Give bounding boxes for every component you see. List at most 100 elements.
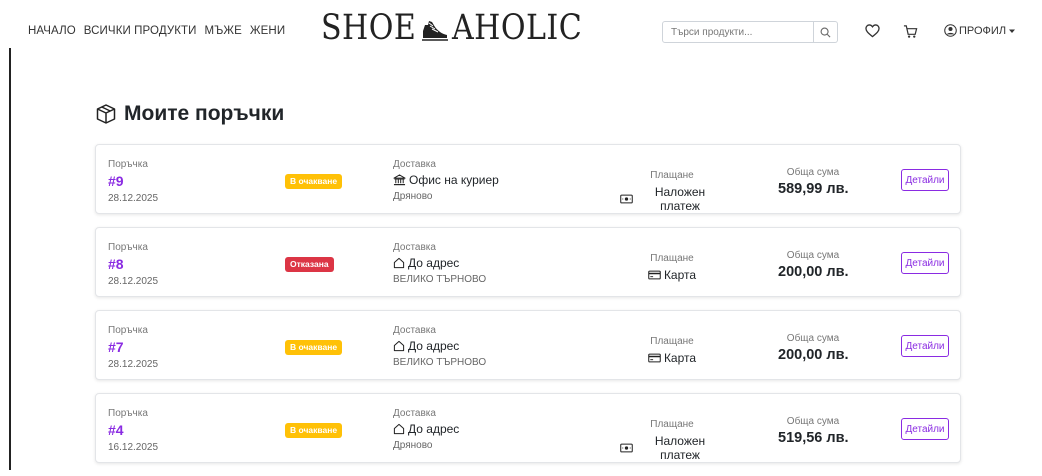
payment-method: Наложен платеж [620, 185, 724, 213]
search-form [662, 21, 838, 43]
profile-dropdown[interactable]: ПРОФИЛ [944, 24, 1016, 37]
payment-method-text: Карта [663, 351, 697, 365]
order-info: Поръчка #9 28.12.2025 [108, 159, 158, 204]
total-label: Обща сума [786, 416, 840, 427]
order-label: Поръчка [108, 242, 148, 253]
total-info: Обща сума 200,00 лв. [778, 250, 849, 280]
delivery-label: Доставка [393, 408, 436, 419]
order-total: 200,00 лв. [778, 347, 849, 363]
site-logo[interactable]: SHOE AHOLIC [321, 8, 603, 48]
status-badge: В очакване [285, 174, 343, 189]
order-label: Поръчка [108, 408, 148, 419]
status-badge: В очакване [285, 423, 343, 438]
house-icon [393, 257, 405, 269]
bank-icon [393, 174, 406, 186]
search-input[interactable] [662, 21, 814, 43]
order-total: 589,99 лв. [778, 181, 849, 197]
cash-icon [620, 443, 633, 453]
delivery-method: Офис на куриер [393, 173, 499, 187]
order-info: Поръчка #7 28.12.2025 [108, 325, 158, 370]
cash-icon [620, 194, 633, 204]
delivery-info: Доставка До адрес ВЕЛИКО ТЪРНОВО [393, 242, 486, 285]
user-circle-icon [944, 24, 957, 37]
order-card: Поръчка #9 28.12.2025 В очакване Доставк… [95, 144, 961, 214]
status-badge: Отказана [285, 257, 334, 272]
total-info: Обща сума 519,56 лв. [778, 416, 849, 446]
box-icon [96, 104, 116, 124]
logo-text-left: SHOE [321, 8, 417, 48]
delivery-method: До адрес [393, 339, 486, 353]
delivery-city: Дряново [393, 191, 433, 202]
nav-link-all-products[interactable]: ВСИЧКИ ПРОДУКТИ [84, 25, 197, 37]
credit-card-icon [648, 270, 661, 280]
delivery-city: ВЕЛИКО ТЪРНОВО [393, 357, 487, 368]
order-number[interactable]: #9 [108, 173, 158, 189]
total-info: Обща сума 589,99 лв. [778, 167, 849, 197]
main-nav: НАЧАЛО ВСИЧКИ ПРОДУКТИ МЪЖЕ ЖЕНИ [28, 25, 285, 37]
delivery-method-text: До адрес [408, 422, 460, 436]
delivery-method: До адрес [393, 256, 486, 270]
credit-card-icon [648, 353, 661, 363]
payment-info: Плащане Наложен платеж [620, 419, 724, 462]
heart-icon [865, 24, 880, 38]
delivery-label: Доставка [393, 159, 436, 170]
delivery-city: ВЕЛИКО ТЪРНОВО [393, 274, 487, 285]
order-number[interactable]: #7 [108, 339, 158, 355]
page-title: Моите поръчки [95, 102, 284, 126]
delivery-info: Доставка Офис на куриер Дряново [393, 159, 499, 202]
payment-method: Карта [620, 268, 724, 282]
status-badge: В очакване [285, 340, 343, 355]
order-card: Поръчка #4 16.12.2025 В очакване Доставк… [95, 393, 961, 463]
payment-method: Наложен платеж [620, 434, 724, 462]
payment-label: Плащане [650, 253, 694, 264]
details-button[interactable]: Детайли [901, 252, 949, 274]
cart-icon [903, 25, 918, 38]
order-info: Поръчка #8 28.12.2025 [108, 242, 158, 287]
payment-method-text: Карта [663, 268, 697, 282]
orders-list: Поръчка #9 28.12.2025 В очакване Доставк… [95, 144, 961, 476]
order-number[interactable]: #8 [108, 256, 158, 272]
delivery-method: До адрес [393, 422, 459, 436]
cart-button[interactable] [903, 24, 918, 39]
nav-link-women[interactable]: ЖЕНИ [250, 25, 285, 37]
details-button[interactable]: Детайли [901, 418, 949, 440]
caret-down-icon [1009, 29, 1016, 33]
details-button[interactable]: Детайли [901, 169, 949, 191]
payment-info: Плащане Карта [620, 253, 724, 282]
total-info: Обща сума 200,00 лв. [778, 333, 849, 363]
order-number[interactable]: #4 [108, 422, 158, 438]
total-label: Обща сума [786, 333, 840, 344]
order-date: 28.12.2025 [108, 359, 159, 370]
order-date: 28.12.2025 [108, 193, 159, 204]
delivery-info: Доставка До адрес ВЕЛИКО ТЪРНОВО [393, 325, 486, 368]
details-button[interactable]: Детайли [901, 335, 949, 357]
page-title-text: Моите поръчки [124, 102, 285, 125]
left-border-rule [9, 48, 11, 470]
delivery-method-text: До адрес [408, 256, 460, 270]
house-icon [393, 423, 405, 435]
total-label: Обща сума [786, 250, 840, 261]
search-button[interactable] [814, 21, 838, 43]
wishlist-button[interactable] [865, 24, 880, 38]
delivery-label: Доставка [393, 325, 436, 336]
nav-link-home[interactable]: НАЧАЛО [28, 25, 76, 37]
total-label: Обща сума [786, 167, 840, 178]
order-card: Поръчка #8 28.12.2025 Отказана Доставка … [95, 227, 961, 297]
order-label: Поръчка [108, 325, 148, 336]
profile-label: ПРОФИЛ [959, 24, 1007, 37]
delivery-method-text: До адрес [408, 339, 460, 353]
order-label: Поръчка [108, 159, 148, 170]
payment-label: Плащане [650, 419, 694, 430]
shoe-logo-icon [421, 21, 448, 41]
order-card: Поръчка #7 28.12.2025 В очакване Доставк… [95, 310, 961, 380]
payment-method-text: Наложен платеж [654, 185, 706, 213]
order-date: 16.12.2025 [108, 442, 159, 453]
site-header: НАЧАЛО ВСИЧКИ ПРОДУКТИ МЪЖЕ ЖЕНИ SHOE AH… [0, 0, 1042, 64]
nav-link-men[interactable]: МЪЖЕ [205, 25, 242, 37]
payment-info: Плащане Наложен платеж [620, 170, 724, 213]
order-total: 200,00 лв. [778, 264, 849, 280]
delivery-method-text: Офис на куриер [409, 173, 499, 187]
order-total: 519,56 лв. [778, 430, 849, 446]
logo-text-right: AHOLIC [451, 8, 582, 48]
delivery-info: Доставка До адрес Дряново [393, 408, 459, 451]
